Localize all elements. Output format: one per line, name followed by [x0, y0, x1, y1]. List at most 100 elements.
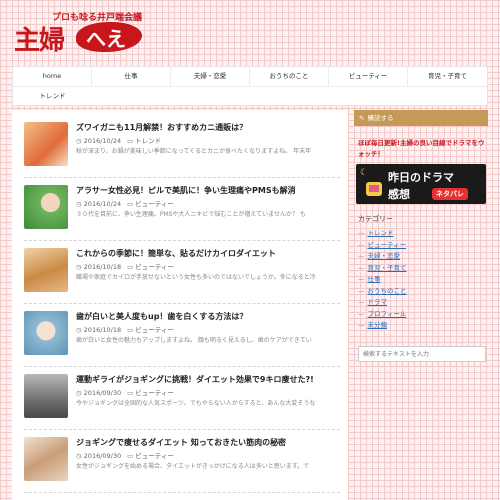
nav-item-home-life[interactable]: おうちのこと — [250, 67, 329, 86]
nav-item-work[interactable]: 仕事 — [92, 67, 171, 86]
folder-icon: ▭ — [127, 452, 134, 460]
category-list: — トレンド — ビューティー — 夫婦・恋愛 — 育児・子育て — 仕事 — おうちのこと… — [358, 228, 486, 332]
post-meta: ◷ 2016/10/18 ▭ ビューティー — [76, 261, 174, 271]
site-header: プロも唸る井戸端会議 主婦 へえ — [0, 0, 500, 66]
post-date: 2016/10/18 — [83, 263, 122, 271]
category-label[interactable]: 育児・子育て — [368, 264, 407, 272]
category-item[interactable]: — トレンド — [358, 228, 486, 240]
post-category[interactable]: ビューティー — [135, 263, 174, 271]
nav-item-home[interactable]: home — [13, 67, 92, 86]
category-label[interactable]: ドラマ — [368, 298, 388, 306]
post-meta: ◷ 2016/09/30 ▭ ビューティー — [76, 450, 174, 460]
post-title[interactable]: アラサー女性必見！ピルで美肌に！争い生理痛やPMSも解消 — [76, 185, 296, 196]
banner-line2: 感想 — [388, 188, 410, 201]
logo-blob: へえ — [76, 22, 142, 52]
post-meta: ◷ 2016/10/18 ▭ ビューティー — [76, 324, 174, 334]
clock-icon: ◷ — [76, 452, 82, 460]
subscribe-widget-title: 購読する — [367, 114, 394, 122]
main-nav: home 仕事 夫婦・恋愛 おうちのこと ビューティー 育児・子育て トレンド — [12, 66, 488, 106]
sidebar: ✎ 購読する ほぼ毎日更新!主婦の良い目線でドラマをウォッチ！ ☾ 昨日のドラマ … — [354, 110, 488, 500]
clock-icon: ◷ — [76, 326, 82, 334]
post-date: 2016/10/24 — [83, 200, 122, 208]
nav-item-childcare[interactable]: 育児・子育て — [408, 67, 487, 86]
category-item[interactable]: — 育児・子育て — [358, 263, 486, 275]
post-excerpt: 女性がジョギングを始める場合、ダイエットがきっかけになる人は多いと思います。で — [76, 463, 310, 470]
category-label[interactable]: 仕事 — [368, 275, 381, 283]
post-title[interactable]: ジョギングで痩せるダイエット 知っておきたい筋肉の秘密 — [76, 437, 286, 448]
category-item[interactable]: — ドラマ — [358, 297, 486, 309]
site-logo[interactable]: プロも唸る井戸端会議 主婦 へえ — [14, 10, 144, 56]
post-category[interactable]: ビューティー — [135, 452, 174, 460]
category-label[interactable]: ビューティー — [368, 241, 407, 249]
banner-line1: 昨日のドラマ — [388, 171, 454, 184]
logo-kanji: 主婦 — [14, 26, 65, 56]
list-item[interactable]: ジョギングで痩せるダイエット 知っておきたい筋肉の秘密 ◷ 2016/09/30 ▭… — [24, 437, 340, 493]
post-date: 2016/09/30 — [83, 452, 122, 460]
logo-tagline: プロも唸る井戸端会議 — [52, 13, 143, 23]
post-thumbnail[interactable] — [24, 185, 68, 229]
nav-item-beauty[interactable]: ビューティー — [329, 67, 408, 86]
folder-icon: ▭ — [127, 137, 134, 145]
dash-icon: — — [358, 309, 365, 318]
subscribe-widget-text: ほぼ毎日更新!主婦の良い目線でドラマをウォッチ！ — [358, 139, 485, 158]
folder-icon: ▭ — [127, 200, 134, 208]
post-meta: ◷ 2016/09/30 ▭ ビューティー — [76, 387, 174, 397]
folder-icon: ▭ — [127, 326, 134, 334]
post-title[interactable]: 歯が白いと美人度もup！歯を白くする方法は？ — [76, 311, 247, 322]
list-item[interactable]: ズワイガニも11月解禁！おすすめカニ通販は？ ◷ 2016/10/24 ▭ トレンド … — [24, 122, 340, 178]
categories-title: カテゴリー — [358, 215, 393, 223]
category-item[interactable]: — 未分類 — [358, 320, 486, 332]
category-label[interactable]: 夫婦・恋愛 — [368, 252, 401, 260]
drama-banner[interactable]: ☾ 昨日のドラマ 感想 ネタバレ — [356, 164, 486, 204]
dash-icon: — — [358, 252, 365, 260]
nav-item-couple[interactable]: 夫婦・恋愛 — [171, 67, 250, 86]
pencil-icon: ✎ — [359, 114, 365, 122]
post-meta: ◷ 2016/10/24 ▭ トレンド — [76, 135, 161, 145]
post-excerpt: 歯が白いと女性の魅力もアップしますよね。 顔も明るく見えるし、歯のケアができてい — [76, 337, 312, 344]
clock-icon: ◷ — [76, 137, 82, 145]
category-item[interactable]: — 夫婦・恋愛 — [358, 251, 486, 263]
post-date: 2016/10/18 — [83, 326, 122, 334]
post-thumbnail[interactable] — [24, 248, 68, 292]
folder-icon: ▭ — [127, 389, 134, 397]
post-category[interactable]: ビューティー — [135, 326, 174, 334]
post-excerpt: 職場や家庭でカイロが手放せないという女性も多いのではないでしょうか。冬になると冷 — [76, 274, 316, 281]
post-meta: ◷ 2016/10/24 ▭ ビューティー — [76, 198, 174, 208]
subscribe-widget-header: ✎ 購読する — [354, 110, 488, 126]
category-label[interactable]: トレンド — [368, 229, 394, 237]
post-title[interactable]: これからの季節に！簡単な、貼るだけカイロダイエット — [76, 248, 276, 259]
dash-icon: — — [358, 321, 365, 329]
category-item[interactable]: — ビューティー — [358, 240, 486, 252]
post-thumbnail[interactable] — [24, 122, 68, 166]
post-thumbnail[interactable] — [24, 311, 68, 355]
post-excerpt: 秋が深まり、お鍋が美味しい季節になってくるとカニが食べたくなりますよね。 年末年 — [76, 148, 312, 155]
post-title[interactable]: ズワイガニも11月解禁！おすすめカニ通販は？ — [76, 122, 247, 133]
dash-icon: — — [358, 286, 365, 295]
nav-row-2: トレンド — [13, 87, 487, 107]
category-label[interactable]: おうちのこと — [368, 287, 407, 295]
post-excerpt: 今やジョギングは全国的な人気スポーツ。でもやらない人からすると、あんな大変そうな — [76, 400, 316, 407]
post-thumbnail[interactable] — [24, 437, 68, 481]
search-input[interactable] — [358, 346, 486, 362]
category-item[interactable]: — プロフィール — [358, 309, 486, 321]
post-category[interactable]: ビューティー — [135, 200, 174, 208]
category-item[interactable]: — おうちのこと — [358, 286, 486, 298]
post-category[interactable]: ビューティー — [135, 389, 174, 397]
list-item[interactable]: 運動ギライがジョギングに挑戦！ダイエット効果で9キロ痩せた?! ◷ 2016/09… — [24, 374, 340, 430]
list-item[interactable]: 歯が白いと美人度もup！歯を白くする方法は？ ◷ 2016/10/18 ▭ ビューティ… — [24, 311, 340, 367]
moon-icon: ☾ — [360, 168, 369, 178]
clock-icon: ◷ — [76, 263, 82, 271]
dash-icon: — — [358, 298, 365, 306]
post-thumbnail[interactable] — [24, 374, 68, 418]
tv-icon — [366, 182, 382, 196]
clock-icon: ◷ — [76, 389, 82, 397]
spoiler-badge: ネタバレ — [432, 188, 468, 200]
post-title[interactable]: 運動ギライがジョギングに挑戦！ダイエット効果で9キロ痩せた?! — [76, 374, 314, 385]
post-category[interactable]: トレンド — [135, 137, 161, 145]
category-label[interactable]: 未分類 — [368, 321, 388, 329]
list-item[interactable]: アラサー女性必見！ピルで美肌に！争い生理痛やPMSも解消 ◷ 2016/10/24… — [24, 185, 340, 241]
category-item[interactable]: — 仕事 — [358, 274, 486, 286]
list-item[interactable]: これからの季節に！簡単な、貼るだけカイロダイエット ◷ 2016/10/18 ▭ ビュ… — [24, 248, 340, 304]
category-label[interactable]: プロフィール — [368, 310, 407, 318]
nav-item-trend[interactable]: トレンド — [13, 87, 92, 106]
